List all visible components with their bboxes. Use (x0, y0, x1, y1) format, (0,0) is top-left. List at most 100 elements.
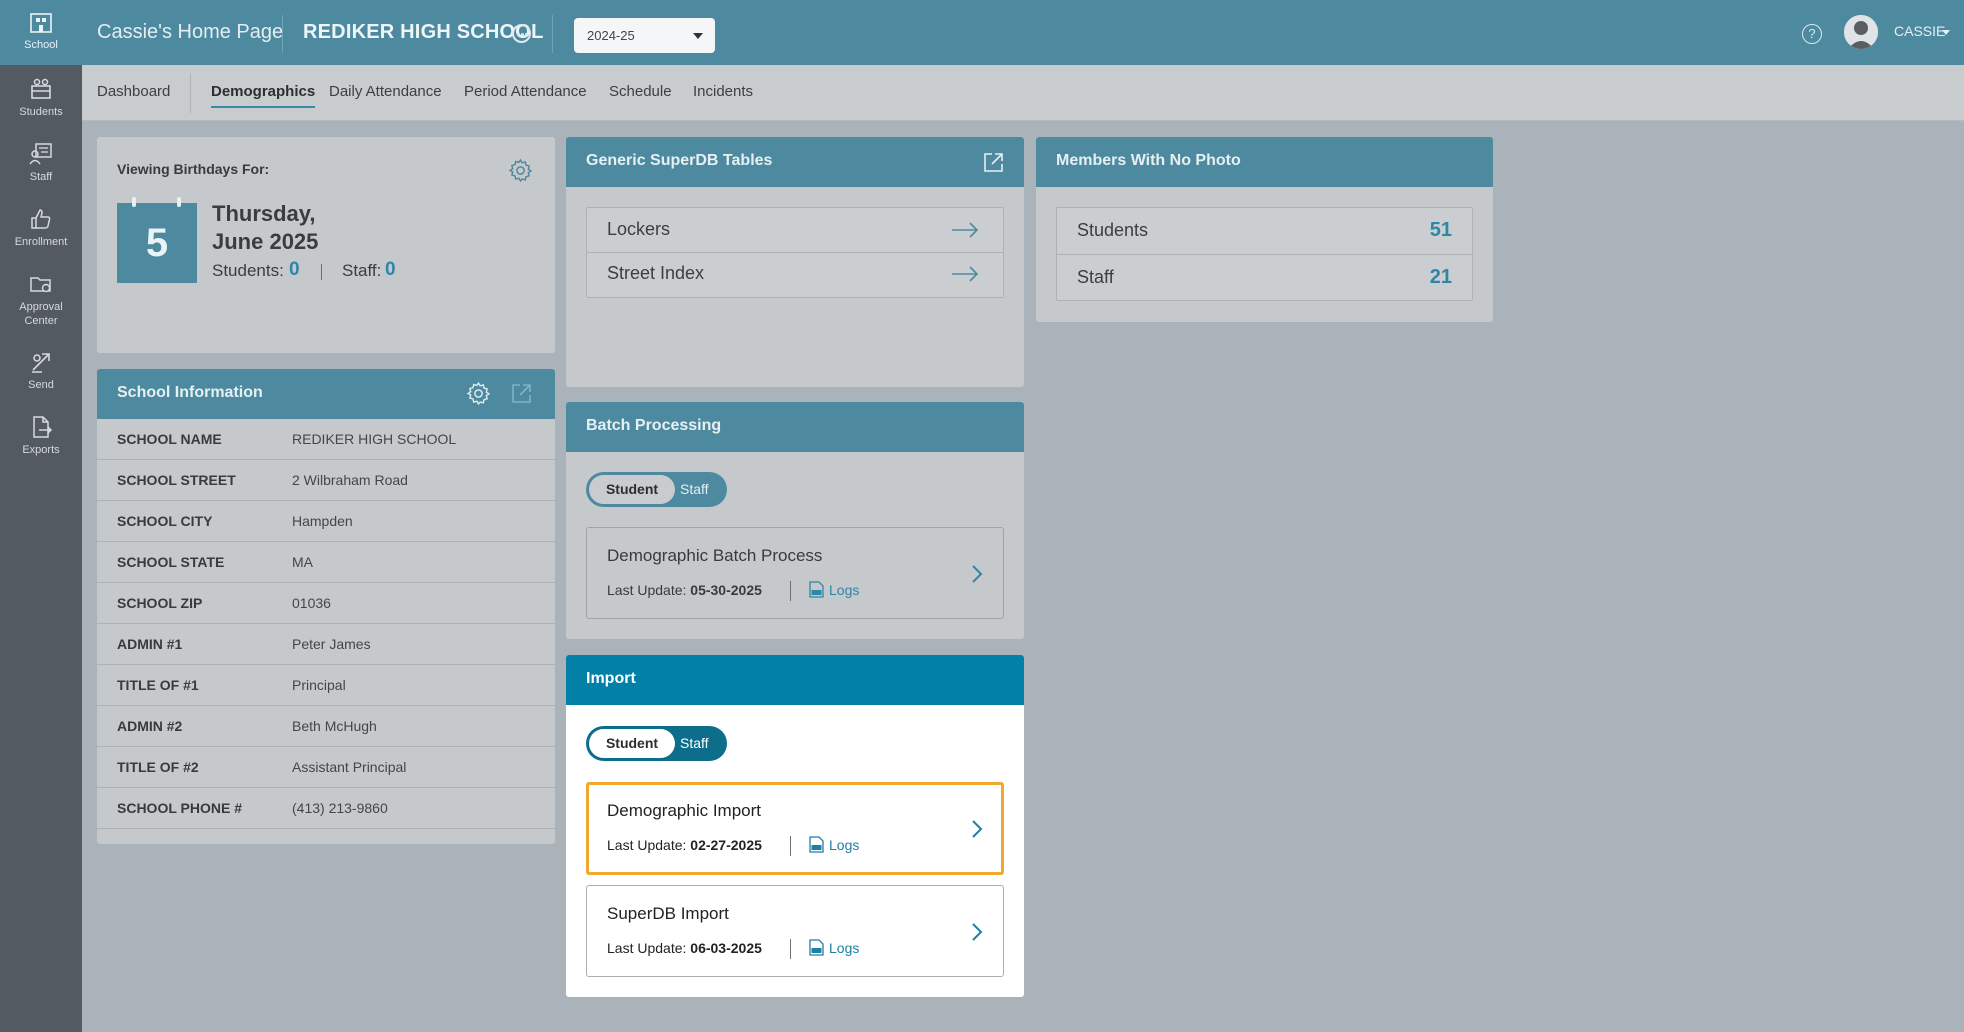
field-value: Assistant Principal (292, 759, 407, 775)
top-bar: Cassie's Home Page REDIKER HIGH SCHOOL 2… (82, 0, 1964, 65)
card-title: Batch Processing (586, 417, 722, 434)
rail-label: School (24, 39, 58, 51)
chevron-right-icon (972, 820, 983, 838)
user-name[interactable]: CASSIE (1894, 23, 1945, 39)
superdb-import-item[interactable]: SuperDB Import Last Update: 06-03-2025 L… (586, 885, 1004, 977)
field-value: Hampden (292, 513, 353, 529)
staff-icon (29, 143, 52, 165)
demographic-import-item[interactable]: Demographic Import Last Update: 02-27-20… (586, 782, 1004, 875)
logs-label: Logs (829, 581, 860, 598)
list-item-label: Students (1077, 220, 1149, 240)
school-name[interactable]: REDIKER HIGH SCHOOL (303, 21, 543, 44)
gear-icon[interactable] (508, 158, 533, 183)
send-icon (32, 353, 50, 373)
demographic-batch-process-item[interactable]: Demographic Batch Process Last Update: 0… (586, 527, 1004, 619)
table-row: SCHOOL ZIP 01036 (97, 583, 555, 624)
table-row: TITLE OF #2 Assistant Principal (97, 747, 555, 788)
tab-demographics[interactable]: Demographics (211, 83, 316, 108)
no-photo-count: 51 (1429, 219, 1452, 241)
rail-item-staff[interactable]: Staff (0, 142, 82, 184)
birthdays-card: Viewing Birthdays For: 5 Thursday, June … (97, 137, 555, 353)
toggle-option-student[interactable]: Student (589, 729, 675, 758)
import-card: Import Student Staff Demographic Import … (566, 655, 1024, 997)
logs-link[interactable]: Logs (809, 939, 859, 956)
process-title: Demographic Batch Process (607, 546, 823, 565)
card-title: Import (586, 670, 636, 687)
rail-item-enrollment[interactable]: Enrollment (0, 207, 82, 249)
list-item-lockers[interactable]: Lockers (587, 208, 1003, 253)
gear-icon[interactable] (466, 381, 491, 406)
import-header: Import (566, 655, 1024, 705)
table-row: SCHOOL PHONE # (413) 213-9860 (97, 788, 555, 829)
left-rail: School Students Staff Enrollment Approva… (0, 0, 82, 1032)
list-item-staff[interactable]: Staff 21 (1057, 255, 1472, 301)
birthday-weekday: Thursday, (212, 201, 316, 226)
help-icon[interactable]: ? (1802, 24, 1822, 44)
students-label: Students: (212, 261, 284, 280)
birthday-month-year: June 2025 (212, 229, 319, 254)
list-item-label: Street Index (607, 263, 705, 283)
header-divider (552, 15, 553, 53)
rail-label: Students (19, 106, 63, 118)
tab-schedule[interactable]: Schedule (609, 83, 672, 106)
divider (790, 836, 791, 856)
rail-label: Center (24, 315, 58, 327)
chevron-right-icon (972, 565, 983, 583)
list-item-street-index[interactable]: Street Index (587, 253, 1003, 298)
rail-item-exports[interactable]: Exports (0, 415, 82, 457)
no-photo-list: Students 51 Staff 21 (1056, 207, 1473, 301)
table-row: SCHOOL NAME REDIKER HIGH SCHOOL (97, 419, 555, 460)
student-staff-toggle[interactable]: Student Staff (586, 726, 727, 761)
batch-processing-header: Batch Processing (566, 402, 1024, 452)
field-label: SCHOOL CITY (117, 513, 213, 529)
external-link-icon[interactable] (511, 383, 532, 404)
toggle-option-staff[interactable]: Staff (680, 726, 709, 761)
students-birthday-count[interactable]: 0 (289, 259, 300, 281)
school-icon (30, 13, 52, 33)
logs-label: Logs (829, 939, 860, 956)
members-no-photo-card: Members With No Photo Students 51 Staff … (1036, 137, 1493, 322)
chevron-down-icon (693, 33, 703, 39)
field-value: (413) 213-9860 (292, 800, 388, 816)
tab-daily-attendance[interactable]: Daily Attendance (329, 83, 442, 106)
toggle-option-student[interactable]: Student (589, 475, 675, 504)
list-item-students[interactable]: Students 51 (1057, 208, 1472, 255)
school-year-select[interactable]: 2024-25 (574, 18, 715, 53)
toggle-option-staff[interactable]: Staff (680, 472, 709, 507)
rail-item-approval-center[interactable]: Approval Center (0, 272, 82, 328)
table-row: SCHOOL STREET 2 Wilbraham Road (97, 460, 555, 501)
chevron-down-icon[interactable] (1942, 30, 1950, 35)
field-label: SCHOOL STATE (117, 554, 225, 570)
tab-incidents[interactable]: Incidents (693, 83, 753, 106)
rail-label: Enrollment (14, 236, 68, 248)
rail-label: Send (28, 379, 54, 391)
tab-period-attendance[interactable]: Period Attendance (464, 83, 587, 106)
staff-birthday-count[interactable]: 0 (385, 259, 396, 281)
field-label: SCHOOL NAME (117, 431, 222, 447)
tab-dashboard[interactable]: Dashboard (97, 83, 170, 106)
external-link-icon[interactable] (983, 152, 1004, 173)
birthday-day: 5 (145, 221, 169, 265)
logs-link[interactable]: Logs (809, 581, 859, 598)
last-update-date: 02-27-2025 (690, 837, 762, 853)
school-information-header: School Information (97, 369, 555, 419)
avatar[interactable] (1844, 15, 1878, 49)
field-value: MA (292, 554, 313, 570)
chevron-right-icon (972, 923, 983, 941)
student-staff-toggle[interactable]: Student Staff (586, 472, 727, 507)
logs-link[interactable]: Logs (809, 836, 859, 853)
log-file-icon (809, 939, 824, 956)
rail-item-school[interactable]: School (0, 0, 82, 65)
rail-label: Exports (22, 444, 60, 456)
card-title: Generic SuperDB Tables (586, 152, 773, 169)
field-label: TITLE OF #1 (117, 677, 199, 693)
field-label: SCHOOL STREET (117, 472, 236, 488)
home-page-title[interactable]: Cassie's Home Page (97, 21, 283, 44)
arrow-right-icon (952, 266, 979, 282)
more-options-icon[interactable] (512, 24, 531, 43)
last-update-date: 06-03-2025 (690, 940, 762, 956)
superdb-tables-card: Generic SuperDB Tables Lockers Street In… (566, 137, 1024, 387)
field-value: Principal (292, 677, 346, 693)
rail-item-send[interactable]: Send (0, 350, 82, 392)
rail-item-students[interactable]: Students (0, 77, 82, 119)
